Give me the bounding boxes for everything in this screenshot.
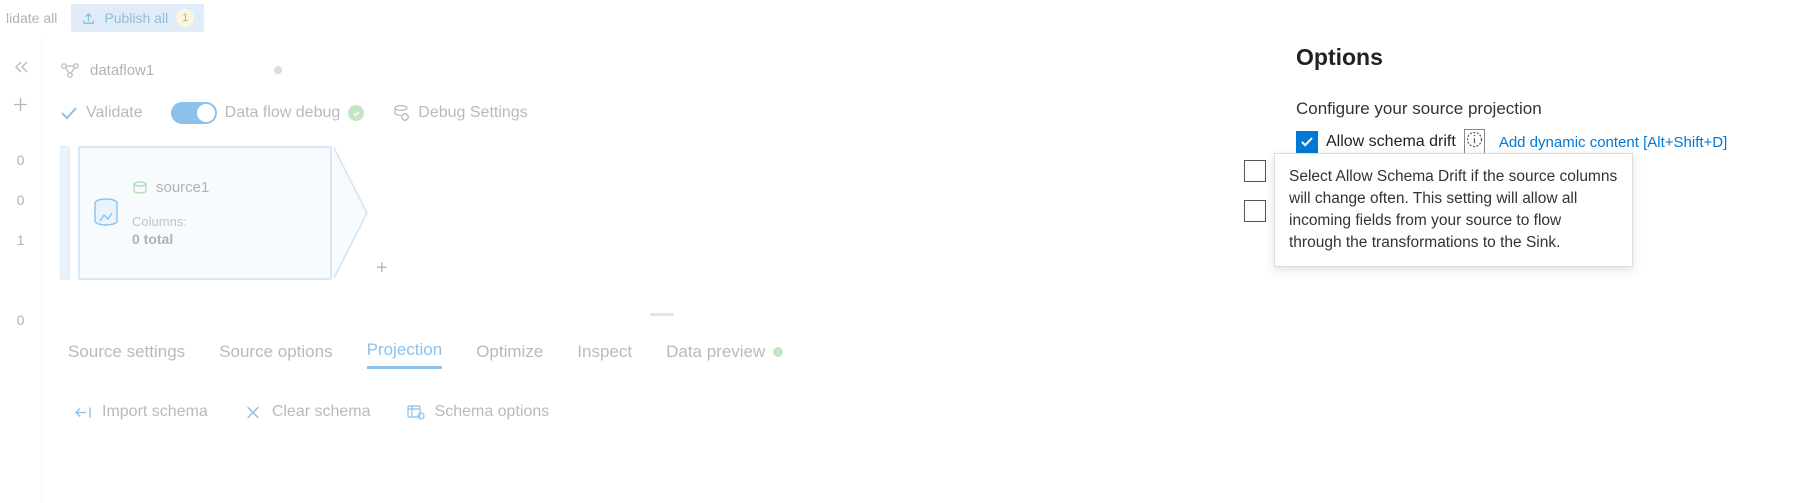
option-checkbox-3[interactable] [1244,200,1266,222]
publish-count-badge: 1 [176,9,194,27]
add-icon[interactable] [13,97,28,116]
collapse-icon[interactable] [13,60,29,77]
debug-toggle-label: Data flow debug [225,104,341,122]
tab-source-settings[interactable]: Source settings [68,340,185,369]
columns-total: 0 total [132,231,209,247]
tab-inspect[interactable]: Inspect [577,340,632,369]
schema-options-icon [407,405,425,420]
validate-button[interactable]: Validate [60,104,143,122]
node-name: source1 [156,179,209,196]
left-rail: 0 0 1 0 [0,36,42,503]
toggle-on-icon [171,102,217,124]
panel-subtitle: Configure your source projection [1296,99,1772,119]
splitter-handle[interactable] [60,310,1264,318]
schema-options-label: Schema options [435,403,550,421]
columns-label: Columns: [132,214,209,229]
clear-icon [244,405,262,420]
rail-count-4: 0 [17,300,25,340]
debug-settings-label: Debug Settings [418,104,527,122]
validate-all-button[interactable]: lidate all [0,6,63,30]
options-panel: Options Configure your source projection… [1274,36,1794,503]
validate-label: Validate [86,104,143,122]
node-selection-handle[interactable] [60,146,70,280]
dirty-indicator-icon [274,66,282,74]
tab-source-options[interactable]: Source options [219,340,332,369]
schema-drift-tooltip: Select Allow Schema Drift if the source … [1274,153,1633,267]
add-transform-button[interactable]: + [376,257,388,280]
dataflow-icon [60,61,80,79]
flow-toolbar: Validate Data flow debug Debug Settings [60,86,1264,140]
debug-settings-button[interactable]: Debug Settings [392,104,527,122]
import-schema-label: Import schema [102,403,208,421]
rail-count-1: 0 [17,140,25,180]
info-icon[interactable] [1464,129,1485,155]
rail-count-2: 0 [17,180,25,220]
schema-toolbar: Import schema Clear schema Schema option… [60,369,1264,421]
sql-icon [132,181,148,195]
option-checkbox-2[interactable] [1244,160,1266,182]
tab-projection[interactable]: Projection [367,340,443,369]
allow-schema-drift-checkbox[interactable] [1296,131,1318,153]
panel-title: Options [1296,44,1772,71]
rail-count-3: 1 [17,220,25,260]
debug-settings-icon [392,104,410,122]
datasource-icon [92,197,120,229]
import-icon [74,405,92,420]
add-dynamic-content-link[interactable]: Add dynamic content [Alt+Shift+D] [1499,134,1727,151]
flow-canvas[interactable]: source1 Columns: 0 total + [60,140,1264,310]
flow-tab[interactable]: dataflow1 [60,54,1264,86]
bottom-tabs: Source settings Source options Projectio… [60,318,1264,369]
upload-icon [81,11,96,26]
publish-all-label: Publish all [104,10,168,26]
node-output-arrow [332,146,366,280]
debug-toggle[interactable]: Data flow debug [171,102,365,124]
hidden-option-checkboxes [1244,160,1266,222]
clear-schema-button[interactable]: Clear schema [244,403,371,421]
preview-ready-icon [773,347,783,357]
tab-data-preview-label: Data preview [666,342,765,362]
status-ok-icon [348,105,364,121]
import-schema-button[interactable]: Import schema [74,403,208,421]
schema-options-button[interactable]: Schema options [407,403,550,421]
flow-name: dataflow1 [90,62,154,79]
allow-schema-drift-label: Allow schema drift [1326,133,1456,151]
publish-all-button[interactable]: Publish all 1 [71,4,204,32]
tab-data-preview[interactable]: Data preview [666,340,783,369]
source-node[interactable]: source1 Columns: 0 total [78,146,332,280]
tab-optimize[interactable]: Optimize [476,340,543,369]
clear-schema-label: Clear schema [272,403,371,421]
